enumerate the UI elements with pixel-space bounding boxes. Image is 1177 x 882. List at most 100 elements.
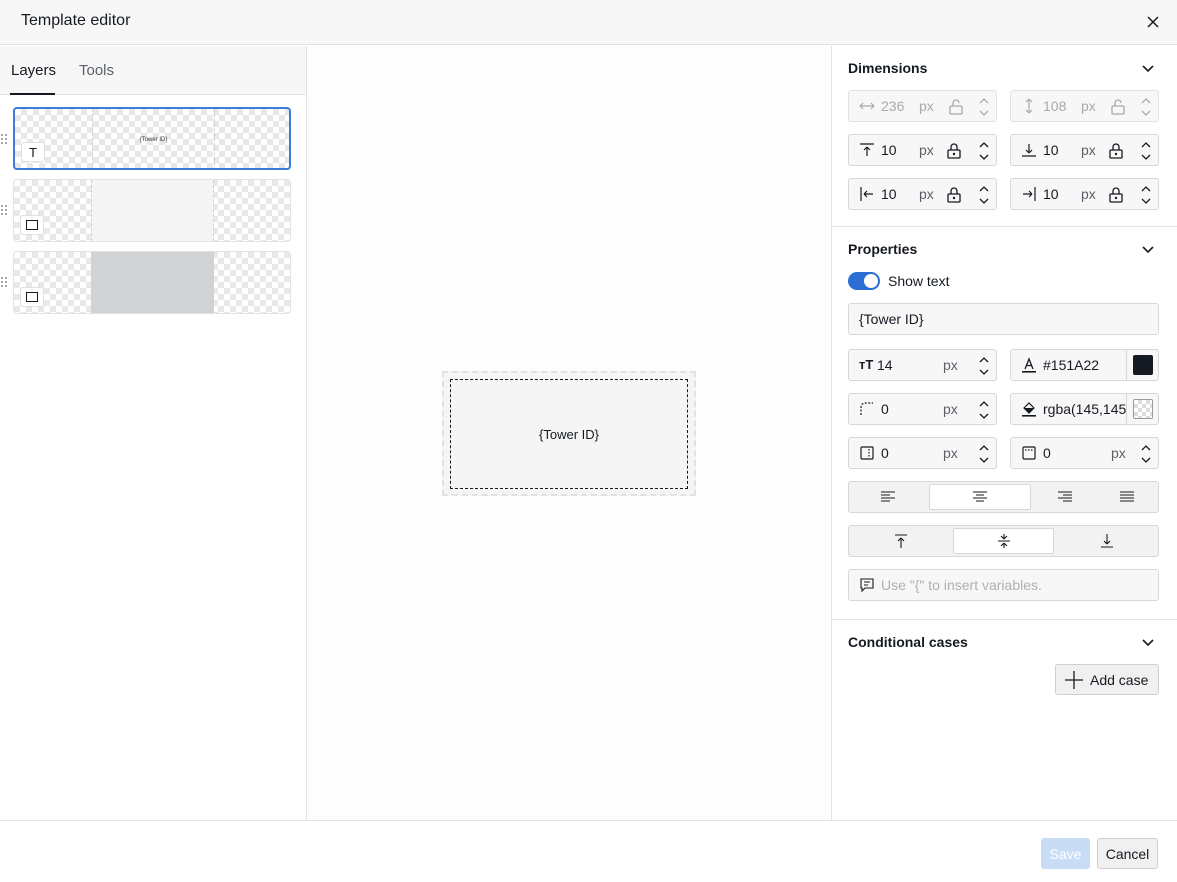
canvas-element[interactable]: {Tower ID} bbox=[442, 371, 696, 496]
chevron-down-icon[interactable] bbox=[1141, 242, 1155, 256]
align-middle-button[interactable] bbox=[953, 528, 1054, 554]
align-right-button[interactable] bbox=[1035, 484, 1095, 510]
lock-icon[interactable] bbox=[1109, 187, 1123, 203]
show-text-toggle[interactable] bbox=[848, 272, 880, 290]
corner-radius-unit: px bbox=[943, 401, 958, 417]
fill-color-swatch[interactable] bbox=[1126, 394, 1158, 424]
padding-unit: px bbox=[943, 445, 958, 461]
align-left-button[interactable] bbox=[851, 484, 925, 510]
font-size-icon: тT bbox=[859, 357, 874, 372]
margin-left-unit: px bbox=[919, 186, 934, 202]
lock-icon[interactable] bbox=[947, 143, 961, 159]
drag-handle-icon[interactable] bbox=[1, 205, 9, 217]
align-bottom-button[interactable] bbox=[1057, 528, 1157, 554]
align-center-button[interactable] bbox=[929, 484, 1031, 510]
align-top-button[interactable] bbox=[851, 528, 951, 554]
plus-icon bbox=[1065, 670, 1083, 689]
layer-item-text[interactable]: {Tower ID} T bbox=[13, 107, 291, 170]
stepper-icon[interactable] bbox=[1140, 442, 1152, 466]
stepper-icon[interactable] bbox=[1140, 139, 1152, 163]
left-panel: Layers Tools {Tower ID} T bbox=[0, 46, 307, 820]
corner-radius-field[interactable]: 0 px bbox=[848, 393, 997, 425]
tab-tools[interactable]: Tools bbox=[79, 62, 114, 79]
properties-title: Properties bbox=[848, 241, 918, 257]
border-field[interactable]: 0 px bbox=[1010, 437, 1159, 469]
properties-panel: Dimensions 236 px 108 px 10 px 10 px 10 … bbox=[831, 46, 1177, 820]
stepper-icon[interactable] bbox=[978, 139, 990, 163]
layer-item-rectangle[interactable] bbox=[13, 251, 291, 314]
text-color-field[interactable]: #151A22 bbox=[1010, 349, 1159, 381]
fill-color-value: rgba(145,145 bbox=[1043, 401, 1127, 417]
layer-item-rectangle[interactable] bbox=[13, 179, 291, 242]
chevron-down-icon[interactable] bbox=[1141, 61, 1155, 75]
border-value: 0 bbox=[1043, 445, 1051, 461]
vertical-align-group bbox=[848, 525, 1159, 557]
text-value-input[interactable]: {Tower ID} bbox=[848, 303, 1159, 335]
width-field[interactable]: 236 px bbox=[848, 90, 997, 122]
fill-color-field[interactable]: rgba(145,145 bbox=[1010, 393, 1159, 425]
stepper-icon[interactable] bbox=[1140, 95, 1152, 119]
stepper-icon[interactable] bbox=[978, 354, 990, 378]
rectangle-type-icon bbox=[20, 287, 44, 307]
padding-field[interactable]: 0 px bbox=[848, 437, 997, 469]
margin-left-icon bbox=[860, 187, 873, 201]
width-icon bbox=[859, 102, 875, 110]
layer-preview: {Tower ID} bbox=[92, 109, 215, 168]
padding-value: 0 bbox=[881, 445, 889, 461]
drag-handle-icon[interactable] bbox=[1, 134, 9, 146]
width-value: 236 bbox=[881, 98, 905, 114]
align-middle-icon bbox=[997, 534, 1010, 548]
stepper-icon[interactable] bbox=[978, 183, 990, 207]
font-size-field[interactable]: тT 14 px bbox=[848, 349, 997, 381]
margin-bottom-field[interactable]: 10 px bbox=[1010, 134, 1159, 166]
stepper-icon[interactable] bbox=[978, 95, 990, 119]
align-justify-icon bbox=[1120, 491, 1134, 502]
stepper-icon[interactable] bbox=[978, 398, 990, 422]
margin-bottom-unit: px bbox=[1081, 142, 1096, 158]
comment-icon bbox=[860, 578, 874, 593]
margin-right-icon bbox=[1023, 187, 1036, 201]
text-color-swatch[interactable] bbox=[1126, 350, 1158, 380]
text-color-icon bbox=[1022, 357, 1036, 373]
border-icon bbox=[1022, 446, 1036, 460]
height-value: 108 bbox=[1043, 98, 1067, 114]
stepper-icon[interactable] bbox=[1140, 183, 1152, 207]
tab-layers[interactable]: Layers bbox=[11, 62, 56, 79]
save-button[interactable]: Save bbox=[1041, 838, 1090, 869]
border-unit: px bbox=[1111, 445, 1126, 461]
dialog-footer: Save Cancel bbox=[0, 820, 1177, 882]
unlock-icon[interactable] bbox=[1111, 99, 1125, 115]
margin-top-icon bbox=[860, 143, 874, 156]
tooltip-input[interactable]: Use "{" to insert variables. bbox=[848, 569, 1159, 601]
margin-left-value: 10 bbox=[881, 186, 897, 202]
align-justify-button[interactable] bbox=[1097, 484, 1157, 510]
layer-preview-text: {Tower ID} bbox=[139, 136, 168, 143]
section-divider bbox=[832, 619, 1177, 620]
add-case-label: Add case bbox=[1090, 671, 1149, 688]
section-divider bbox=[832, 226, 1177, 227]
margin-right-field[interactable]: 10 px bbox=[1010, 178, 1159, 210]
margin-right-value: 10 bbox=[1043, 186, 1059, 202]
drag-handle-icon[interactable] bbox=[1, 277, 9, 289]
active-tab-indicator bbox=[10, 93, 55, 95]
show-text-label: Show text bbox=[888, 273, 950, 289]
font-size-unit: px bbox=[943, 357, 958, 373]
text-type-icon: T bbox=[21, 142, 45, 162]
chevron-down-icon[interactable] bbox=[1141, 635, 1155, 649]
unlock-icon[interactable] bbox=[949, 99, 963, 115]
height-field[interactable]: 108 px bbox=[1010, 90, 1159, 122]
layer-preview bbox=[91, 180, 214, 241]
add-case-button[interactable]: Add case bbox=[1055, 664, 1159, 695]
lock-icon[interactable] bbox=[947, 187, 961, 203]
canvas[interactable]: {Tower ID} bbox=[308, 46, 830, 820]
cancel-button[interactable]: Cancel bbox=[1097, 838, 1158, 869]
align-top-icon bbox=[895, 534, 907, 548]
lock-icon[interactable] bbox=[1109, 143, 1123, 159]
close-icon[interactable] bbox=[1144, 13, 1162, 31]
margin-top-field[interactable]: 10 px bbox=[848, 134, 997, 166]
padding-icon bbox=[860, 446, 874, 460]
margin-right-unit: px bbox=[1081, 186, 1096, 202]
margin-left-field[interactable]: 10 px bbox=[848, 178, 997, 210]
stepper-icon[interactable] bbox=[978, 442, 990, 466]
dimensions-title: Dimensions bbox=[848, 60, 928, 76]
